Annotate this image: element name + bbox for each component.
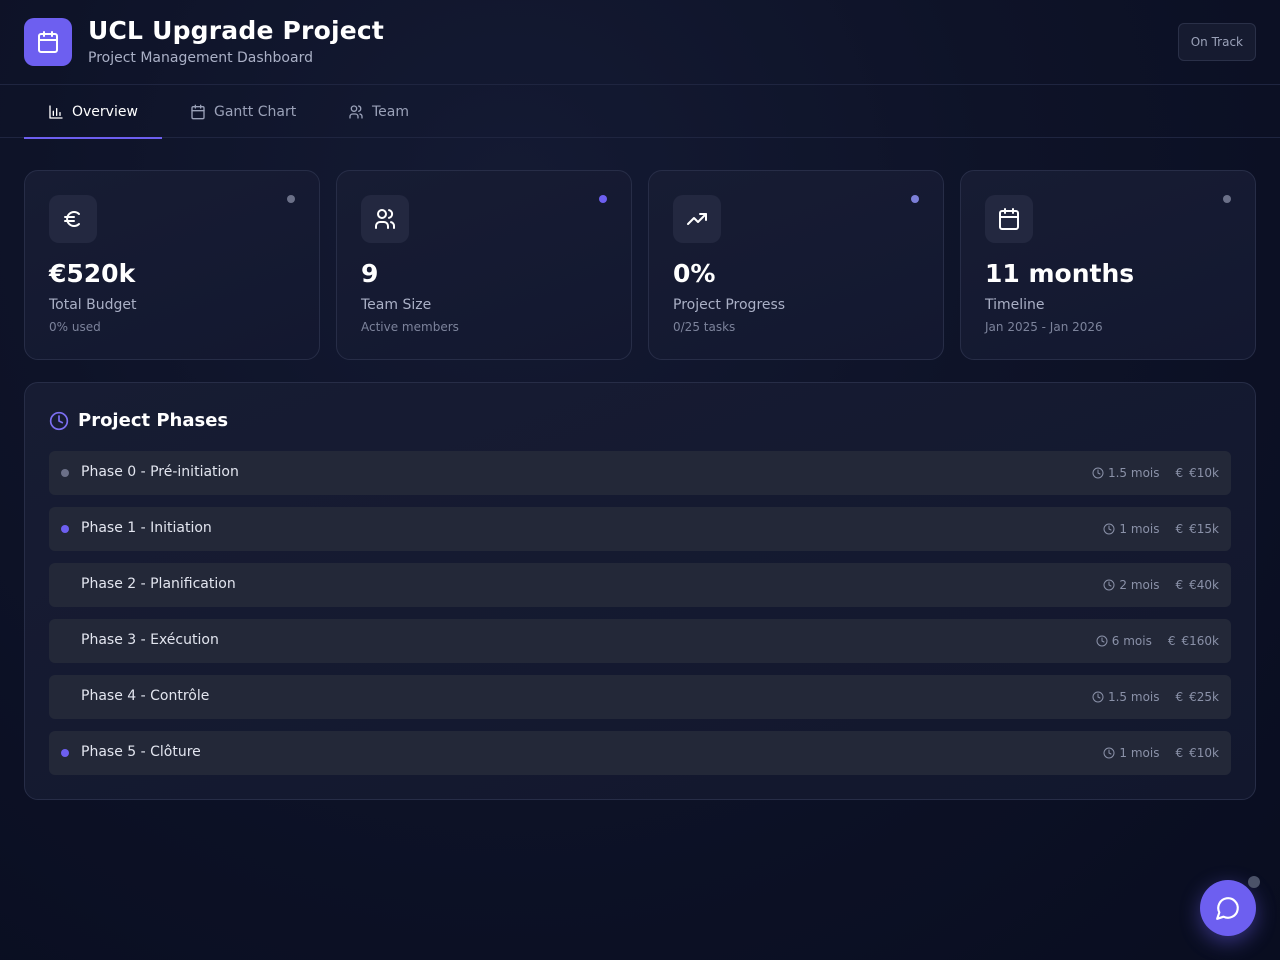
phase-meta: 2 mois € €40k <box>1103 563 1219 607</box>
trending-up-icon <box>673 195 721 243</box>
stat-card-team-size: 9 Team Size Active members <box>336 170 632 360</box>
tab-team[interactable]: Team <box>324 85 433 138</box>
phase-name: Phase 5 - Clôture <box>81 744 201 760</box>
page-title: UCL Upgrade Project <box>88 16 385 45</box>
stat-value: 11 months <box>985 259 1135 288</box>
euro-icon: € <box>1175 466 1184 480</box>
stat-label: Timeline <box>985 297 1045 313</box>
phase-budget: €40k <box>1189 578 1219 592</box>
clock-icon <box>1096 635 1108 647</box>
tab-label: Overview <box>72 103 138 120</box>
users-icon <box>349 104 363 119</box>
phase-meta: 1 mois € €10k <box>1103 731 1219 775</box>
clock-icon <box>49 411 69 431</box>
euro-icon: € <box>1175 578 1184 592</box>
notification-dot <box>1248 876 1260 888</box>
calendar-icon <box>985 195 1033 243</box>
status-dot <box>1223 195 1231 203</box>
status-dot <box>599 195 607 203</box>
phase-budget: €25k <box>1189 690 1219 704</box>
tab-label: Team <box>372 103 410 120</box>
phase-status-dot <box>61 525 69 533</box>
tab-label: Gantt Chart <box>214 103 297 120</box>
phase-duration: 1.5 mois <box>1107 466 1160 480</box>
chat-button[interactable] <box>1200 880 1256 936</box>
stat-label: Team Size <box>361 297 432 313</box>
stat-card-progress: 0% Project Progress 0/25 tasks <box>648 170 944 360</box>
app-header: UCL Upgrade Project Project Management D… <box>0 0 1280 85</box>
phase-row[interactable]: Phase 5 - Clôture 1 mois € €10k <box>49 731 1231 775</box>
stat-sub: Jan 2025 - Jan 2026 <box>985 320 1103 334</box>
phase-budget: €10k <box>1189 746 1219 760</box>
project-phases-panel: Project Phases Phase 0 - Pré-initiation … <box>24 382 1256 800</box>
clock-icon <box>1103 579 1115 591</box>
euro-icon: € <box>1175 690 1184 704</box>
bar-chart-icon <box>49 104 63 119</box>
clock-icon <box>1103 747 1115 759</box>
status-dot <box>287 195 295 203</box>
euro-icon: € <box>1175 746 1184 760</box>
phase-status-dot <box>61 469 69 477</box>
phase-name: Phase 1 - Initiation <box>81 520 212 536</box>
stat-label: Project Progress <box>673 297 786 313</box>
tab-overview[interactable]: Overview <box>24 85 162 139</box>
stat-card-timeline: 11 months Timeline Jan 2025 - Jan 2026 <box>960 170 1256 360</box>
phase-meta: 1.5 mois € €25k <box>1092 675 1219 719</box>
stat-sub: 0% used <box>49 320 101 334</box>
clock-icon <box>1103 523 1115 535</box>
calendar-icon <box>24 18 72 66</box>
phase-budget: €10k <box>1189 466 1219 480</box>
phase-duration: 6 mois <box>1111 634 1152 648</box>
phase-duration: 2 mois <box>1119 578 1160 592</box>
phase-row[interactable]: Phase 2 - Planification 2 mois € €40k <box>49 563 1231 607</box>
stat-value: €520k <box>49 259 136 288</box>
phase-budget: €160k <box>1181 634 1220 648</box>
phase-meta: 1.5 mois € €10k <box>1092 451 1219 495</box>
phase-duration: 1 mois <box>1119 522 1160 536</box>
phase-meta: 6 mois € €160k <box>1096 619 1219 663</box>
phase-row[interactable]: Phase 0 - Pré-initiation 1.5 mois € €10k <box>49 451 1231 495</box>
phase-row[interactable]: Phase 1 - Initiation 1 mois € €15k <box>49 507 1231 551</box>
stat-label: Total Budget <box>49 297 137 313</box>
calendar-icon <box>191 104 205 119</box>
section-title: Project Phases <box>78 410 229 431</box>
euro-icon: € <box>1167 634 1176 648</box>
status-dot <box>911 195 919 203</box>
stat-value: 0% <box>673 259 716 288</box>
stat-sub: Active members <box>361 320 459 334</box>
phase-duration: 1.5 mois <box>1107 690 1160 704</box>
phase-duration: 1 mois <box>1119 746 1160 760</box>
clock-icon <box>1092 691 1104 703</box>
tab-bar: Overview Gantt Chart Team <box>0 85 1280 139</box>
phase-row[interactable]: Phase 3 - Exécution 6 mois € €160k <box>49 619 1231 663</box>
phase-budget: €15k <box>1189 522 1219 536</box>
phase-name: Phase 4 - Contrôle <box>81 688 210 704</box>
phase-meta: 1 mois € €15k <box>1103 507 1219 551</box>
euro-icon <box>49 195 97 243</box>
phase-status-dot <box>61 749 69 757</box>
users-icon <box>361 195 409 243</box>
page-subtitle: Project Management Dashboard <box>88 50 313 66</box>
status-badge: On Track <box>1177 23 1256 61</box>
chat-bubble-icon <box>1216 897 1239 920</box>
phase-name: Phase 0 - Pré-initiation <box>81 464 239 480</box>
phase-row[interactable]: Phase 4 - Contrôle 1.5 mois € €25k <box>49 675 1231 719</box>
clock-icon <box>1092 467 1104 479</box>
stat-value: 9 <box>361 259 379 288</box>
phase-name: Phase 3 - Exécution <box>81 632 219 648</box>
euro-icon: € <box>1175 522 1184 536</box>
phase-name: Phase 2 - Planification <box>81 576 236 592</box>
stat-sub: 0/25 tasks <box>673 320 736 334</box>
stat-card-budget: €520k Total Budget 0% used <box>24 170 320 360</box>
tab-gantt-chart[interactable]: Gantt Chart <box>166 85 320 138</box>
